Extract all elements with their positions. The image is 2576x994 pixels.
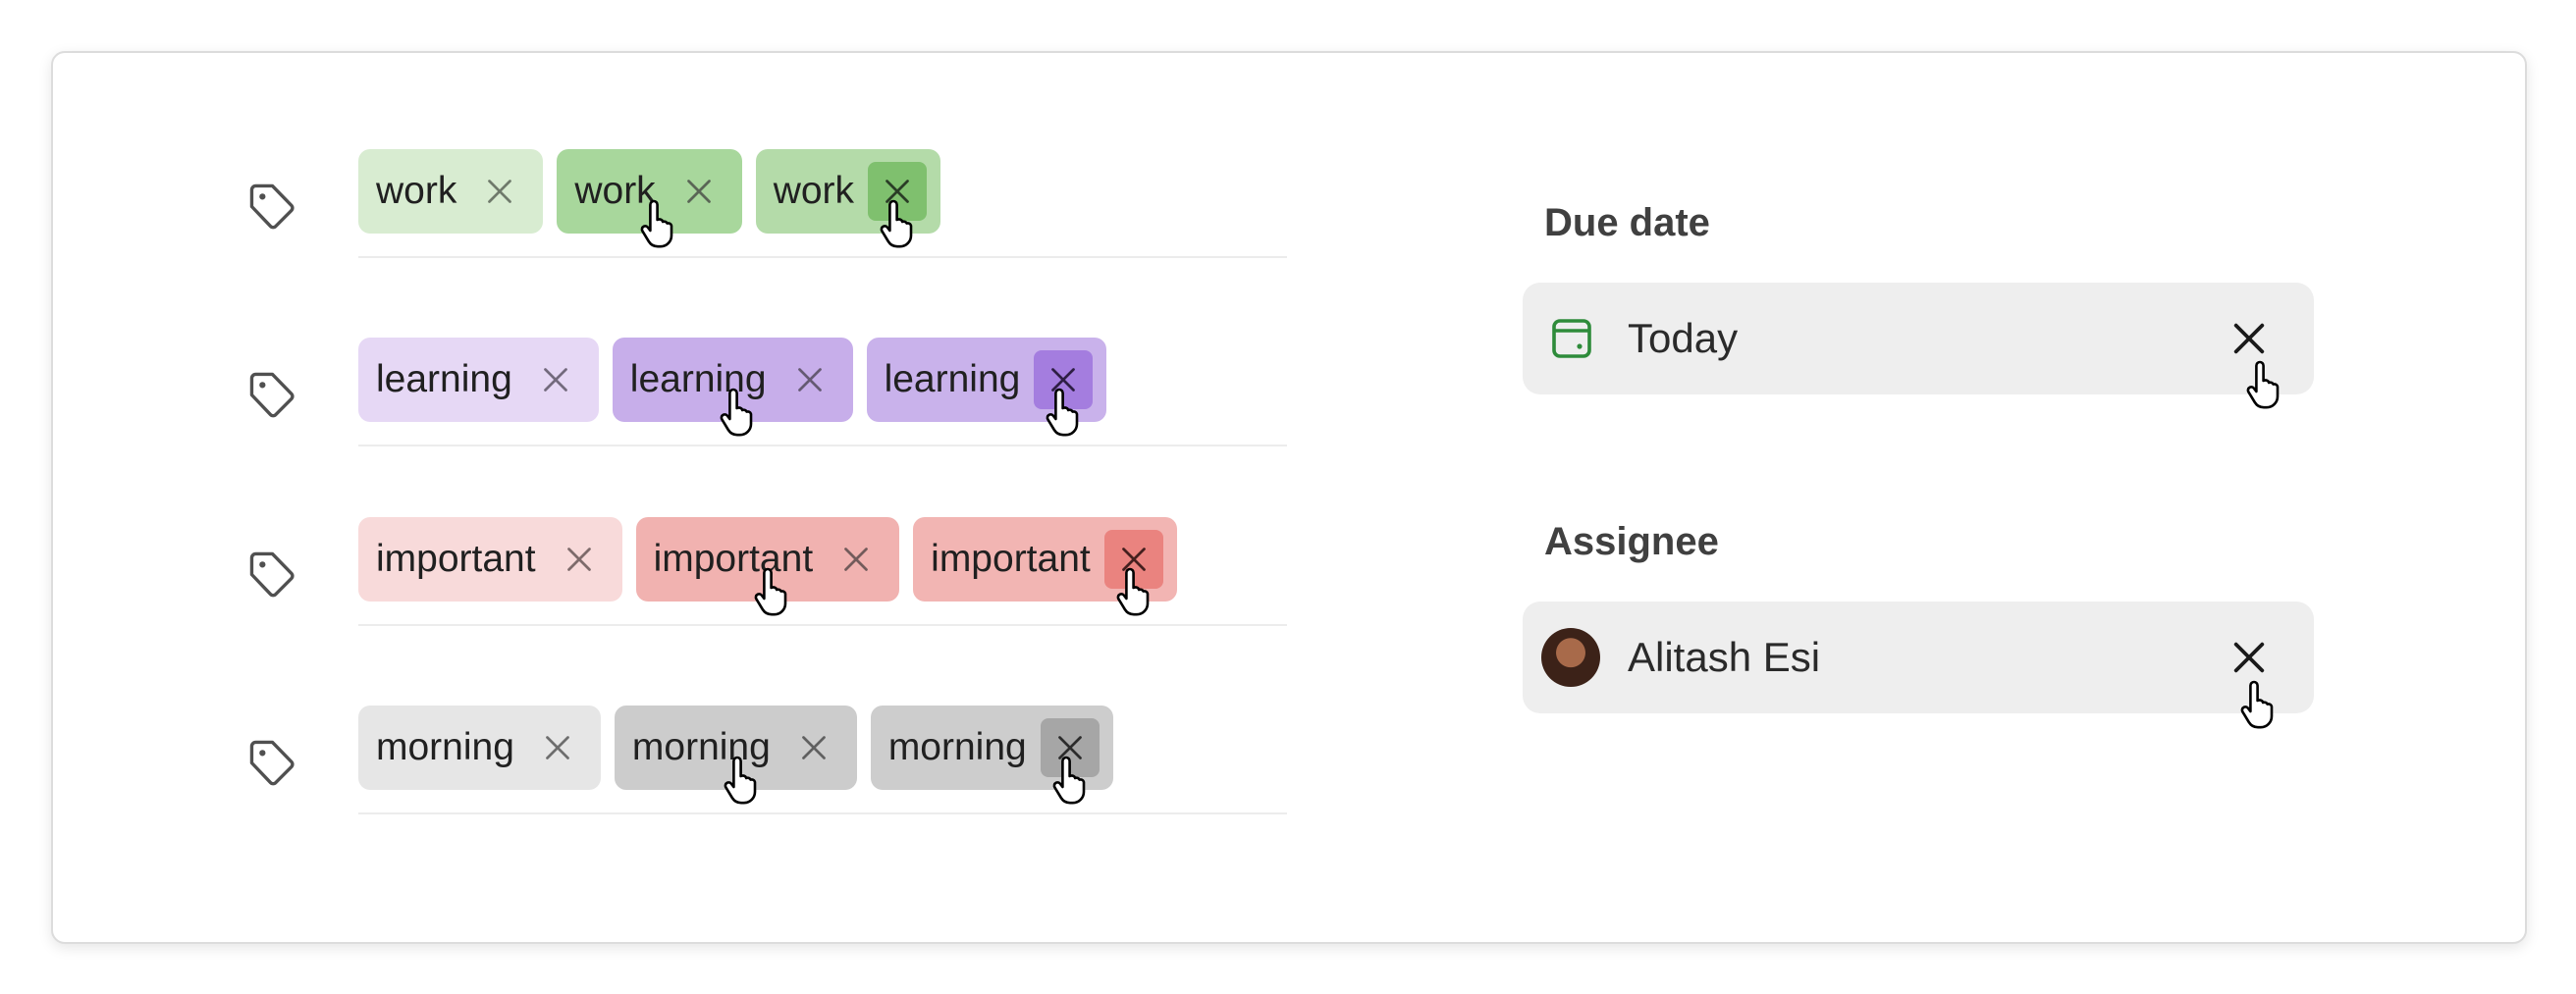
tag-chip[interactable]: morning bbox=[614, 706, 857, 790]
close-icon bbox=[1057, 736, 1082, 759]
tag-chip[interactable]: learning bbox=[358, 338, 599, 422]
due-date-clear-button[interactable] bbox=[2220, 309, 2279, 368]
tag-icon bbox=[249, 183, 295, 230]
tag-chip-label: learning bbox=[884, 358, 1021, 400]
tag-chip-remove-button[interactable] bbox=[827, 530, 886, 589]
tag-chip-list: learning learning learning bbox=[358, 338, 1107, 426]
tag-chip-remove-button[interactable] bbox=[550, 530, 609, 589]
tag-chip-list: morning morning morning bbox=[358, 706, 1113, 794]
tag-icon bbox=[249, 740, 295, 786]
tag-icon bbox=[249, 551, 295, 598]
close-icon bbox=[488, 180, 512, 203]
divider bbox=[358, 624, 1287, 626]
tag-chip-label: work bbox=[773, 170, 855, 212]
tag-chip-label: important bbox=[931, 538, 1091, 580]
tag-chip-label: morning bbox=[631, 726, 771, 768]
tag-chip[interactable]: important bbox=[358, 517, 622, 602]
due-date-field[interactable]: Today bbox=[1523, 283, 2314, 394]
tag-chip[interactable]: morning bbox=[870, 706, 1113, 790]
tag-chip-remove-button[interactable] bbox=[526, 350, 585, 409]
tag-chip-list: important important important bbox=[358, 517, 1177, 605]
tag-chip[interactable]: work bbox=[358, 149, 544, 234]
tag-chip-label: work bbox=[574, 170, 656, 212]
divider bbox=[358, 812, 1287, 814]
tag-chip-label: work bbox=[376, 170, 457, 212]
tag-chip[interactable]: work bbox=[557, 149, 742, 234]
tag-chip-label: learning bbox=[376, 358, 512, 400]
tag-chip-remove-button[interactable] bbox=[1040, 718, 1100, 777]
close-icon bbox=[886, 180, 909, 203]
close-icon bbox=[686, 180, 711, 203]
tag-chip-remove-button[interactable] bbox=[528, 718, 587, 777]
tag-chip-remove-button[interactable] bbox=[470, 162, 529, 221]
tag-chip-list: work work work bbox=[358, 149, 941, 237]
tag-chip[interactable]: learning bbox=[866, 338, 1107, 422]
tag-chip[interactable]: learning bbox=[612, 338, 853, 422]
tag-chip[interactable]: morning bbox=[358, 706, 601, 790]
tag-chip[interactable]: important bbox=[913, 517, 1177, 602]
due-date-value: Today bbox=[1628, 315, 1739, 361]
assignee-title: Assignee bbox=[1544, 520, 1719, 563]
tag-chip[interactable]: important bbox=[635, 517, 900, 602]
tag-row: work work work bbox=[243, 149, 1288, 286]
tag-chip-label: learning bbox=[629, 358, 767, 400]
close-icon bbox=[543, 368, 567, 392]
divider bbox=[358, 445, 1287, 446]
tag-chip-remove-button[interactable] bbox=[868, 162, 928, 221]
due-date-title: Due date bbox=[1544, 201, 1710, 244]
tag-chip-remove-button[interactable] bbox=[784, 718, 843, 777]
tag-chip-label: important bbox=[376, 538, 536, 580]
tag-row: learning learning learning bbox=[243, 338, 1288, 474]
close-icon bbox=[2233, 642, 2265, 673]
tag-chip-remove-button[interactable] bbox=[1103, 530, 1163, 589]
tag-row: important important important bbox=[243, 517, 1288, 654]
assignee-clear-button[interactable] bbox=[2220, 628, 2279, 687]
calendar-icon bbox=[1552, 319, 1591, 358]
assignee-field[interactable]: Alitash Esi bbox=[1523, 602, 2314, 713]
close-icon bbox=[844, 548, 869, 571]
tag-chip-remove-button[interactable] bbox=[670, 162, 728, 221]
close-icon bbox=[797, 368, 822, 392]
close-icon bbox=[1121, 548, 1146, 571]
tag-chip-label: important bbox=[653, 538, 814, 580]
close-icon bbox=[801, 736, 826, 759]
tag-row: morning morning morning bbox=[243, 706, 1288, 842]
close-icon bbox=[1051, 368, 1076, 392]
avatar bbox=[1541, 628, 1600, 687]
close-icon bbox=[566, 548, 591, 571]
tag-chip-label: morning bbox=[376, 726, 514, 768]
close-icon bbox=[2233, 323, 2265, 354]
tag-chip-label: morning bbox=[887, 726, 1027, 768]
tag-chip[interactable]: work bbox=[755, 149, 941, 234]
close-icon bbox=[546, 736, 569, 759]
divider bbox=[358, 256, 1287, 258]
assignee-value: Alitash Esi bbox=[1628, 634, 1821, 680]
tag-icon bbox=[249, 372, 295, 418]
tag-chip-remove-button[interactable] bbox=[780, 350, 839, 409]
tag-chip-remove-button[interactable] bbox=[1034, 350, 1094, 409]
